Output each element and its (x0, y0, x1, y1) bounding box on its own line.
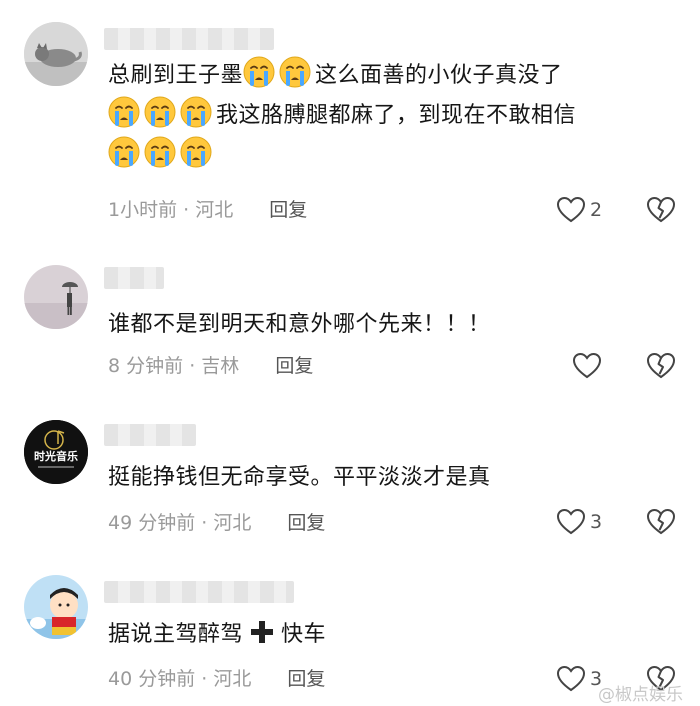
plus-icon (251, 621, 274, 643)
separator: · (201, 668, 208, 690)
comment-1: 总刷到王子墨 这么面善的小伙子真没了 我这胳膊腿都麻了，到现在不敢相信 1小时前 … (0, 0, 700, 245)
crying-face-icon (108, 136, 140, 168)
comment-text: 挺能挣钱但无命享受。平平淡淡才是真 (108, 465, 491, 490)
comment-text: 谁都不是到明天和意外哪个先来！！！ (108, 312, 491, 337)
music-avatar-icon: 时光音乐 (24, 420, 88, 484)
heart-icon (556, 664, 586, 694)
timestamp: 49 分钟前 (108, 512, 196, 534)
comment-3: 时光音乐 挺能挣钱但无命享受。平平淡淡才是真 49 分钟前 · 河北 回复 3 (0, 400, 700, 555)
username[interactable] (104, 424, 196, 446)
crying-face-icon (180, 96, 212, 128)
comment-2: 谁都不是到明天和意外哪个先来！！！ 8 分钟前 · 吉林 回复 (0, 245, 700, 400)
broken-heart-icon[interactable] (646, 351, 676, 381)
username[interactable] (104, 267, 164, 289)
reply-button[interactable]: 回复 (287, 668, 325, 690)
comment-text-part-1: 总刷到王子墨 (108, 63, 244, 88)
timestamp: 8 分钟前 (108, 355, 184, 377)
heart-icon (556, 195, 586, 225)
like-count: 2 (590, 199, 603, 221)
reply-button[interactable]: 回复 (269, 199, 307, 221)
crying-face-icon (180, 136, 212, 168)
comment-text-part-3: 我这胳膊腿都麻了，到现在不敢相信 (216, 103, 577, 128)
umbrella-avatar-icon (24, 265, 88, 329)
comment-text: 总刷到王子墨 这么面善的小伙子真没了 我这胳膊腿都麻了，到现在不敢相信 (108, 56, 678, 176)
crying-face-icon (144, 96, 176, 128)
separator: · (183, 199, 190, 221)
crying-face-icon (279, 56, 311, 88)
separator: · (201, 512, 208, 534)
comment-meta: 49 分钟前 · 河北 回复 (108, 509, 325, 537)
separator: · (189, 355, 196, 377)
location: 吉林 (201, 355, 240, 377)
like-button[interactable]: 2 (556, 195, 602, 225)
avatar[interactable] (24, 265, 88, 329)
avatar-text: 时光音乐 (34, 449, 78, 463)
avatar[interactable] (24, 575, 88, 639)
avatar[interactable] (24, 22, 88, 86)
broken-heart-icon[interactable] (646, 195, 676, 225)
reply-button[interactable]: 回复 (287, 512, 325, 534)
crying-face-icon (144, 136, 176, 168)
cartoon-avatar-icon (24, 575, 88, 639)
location: 河北 (213, 512, 252, 534)
comment-meta: 40 分钟前 · 河北 回复 (108, 665, 325, 693)
like-button[interactable]: 3 (556, 507, 602, 537)
username[interactable] (104, 28, 274, 50)
like-button[interactable]: 3 (556, 664, 602, 694)
timestamp: 1小时前 (108, 199, 178, 221)
comment-text-part-1: 据说主驾醉驾 (108, 622, 244, 647)
avatar[interactable]: 时光音乐 (24, 420, 88, 484)
crying-face-icon (243, 56, 275, 88)
location: 河北 (195, 199, 234, 221)
broken-heart-icon[interactable] (646, 507, 676, 537)
watermark-text: @椒点娱乐 (598, 685, 683, 705)
username[interactable] (104, 581, 294, 603)
heart-icon (556, 507, 586, 537)
watermark: @椒点娱乐 (598, 680, 683, 705)
reply-button[interactable]: 回复 (275, 355, 313, 377)
comment-text-part-2: 快车 (281, 622, 327, 647)
heart-icon (572, 351, 602, 381)
comment-meta: 8 分钟前 · 吉林 回复 (108, 352, 313, 380)
cat-avatar-icon (24, 22, 88, 86)
comment-meta: 1小时前 · 河北 回复 (108, 196, 307, 224)
location: 河北 (213, 668, 252, 690)
timestamp: 40 分钟前 (108, 668, 196, 690)
crying-face-icon (108, 96, 140, 128)
like-button[interactable] (572, 351, 602, 381)
like-count: 3 (590, 511, 603, 533)
comment-text-part-2: 这么面善的小伙子真没了 (315, 63, 563, 88)
comment-4: 据说主驾醉驾 快车 40 分钟前 · 河北 回复 3 (0, 555, 700, 706)
comment-text: 据说主驾醉驾 快车 (108, 615, 678, 655)
